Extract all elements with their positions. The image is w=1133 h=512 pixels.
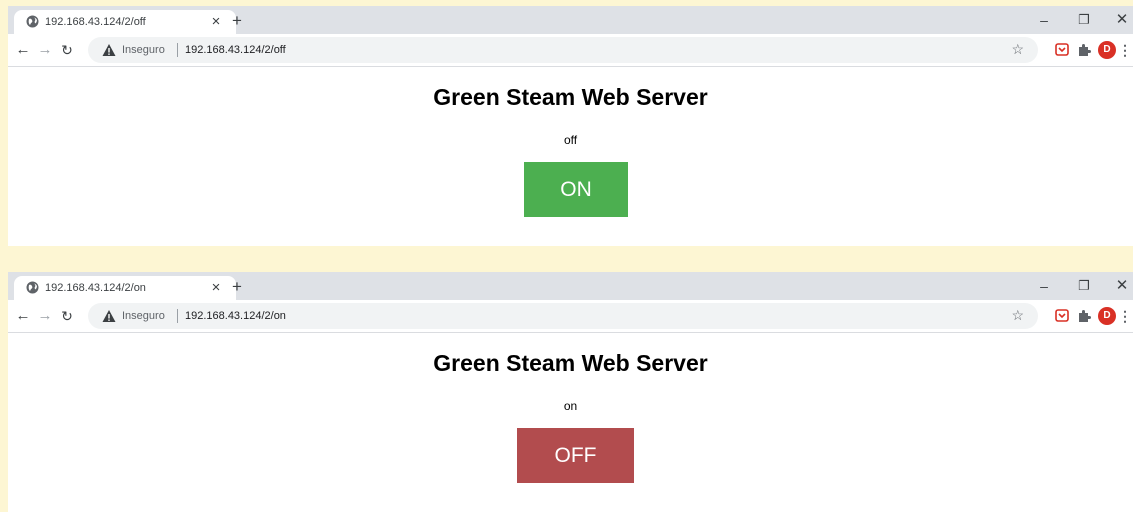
tab-strip: 192.168.43.124/2/on × + – ❐ ✕ — [8, 272, 1133, 300]
star-icon[interactable]: ☆ — [1011, 41, 1024, 58]
minimize-icon[interactable]: – — [1030, 274, 1058, 298]
state-text: on — [563, 399, 578, 413]
tab-strip: 192.168.43.124/2/off × + – ❐ ✕ — [8, 6, 1133, 34]
close-tab-icon[interactable]: × — [206, 278, 226, 298]
puzzle-icon[interactable] — [1074, 306, 1094, 326]
divider — [177, 309, 178, 323]
browser-window-on: 192.168.43.124/2/on × + – ❐ ✕ ← → ↻ Inse… — [8, 272, 1133, 512]
on-button[interactable]: ON — [524, 162, 628, 217]
new-tab-icon[interactable]: + — [226, 10, 248, 32]
tab-title: 192.168.43.124/2/on — [45, 282, 146, 294]
divider — [177, 43, 178, 57]
close-window-icon[interactable]: ✕ — [1108, 8, 1133, 32]
page-content: Green Steam Web Server off ON — [8, 67, 1133, 246]
minimize-icon[interactable]: – — [1030, 8, 1058, 32]
back-icon[interactable]: ← — [12, 39, 34, 61]
browser-tab[interactable]: 192.168.43.124/2/on × — [14, 276, 236, 300]
page-content: Green Steam Web Server on OFF — [8, 333, 1133, 512]
browser-tab[interactable]: 192.168.43.124/2/off × — [14, 10, 236, 34]
star-icon[interactable]: ☆ — [1011, 307, 1024, 324]
toolbar: ← → ↻ Inseguro 192.168.43.124/2/on ☆ D ⋮ — [8, 300, 1133, 333]
restore-icon[interactable]: ❐ — [1070, 8, 1098, 32]
browser-window-off: 192.168.43.124/2/off × + – ❐ ✕ ← → ↻ Ins… — [8, 6, 1133, 246]
back-icon[interactable]: ← — [12, 305, 34, 327]
state-text: off — [563, 133, 578, 147]
menu-icon[interactable]: ⋮ — [1118, 306, 1132, 326]
profile-avatar[interactable]: D — [1098, 307, 1116, 325]
url-text[interactable]: 192.168.43.124/2/on — [185, 310, 286, 322]
warning-icon — [102, 310, 116, 322]
reload-icon[interactable]: ↻ — [56, 39, 78, 61]
address-bar[interactable]: Inseguro 192.168.43.124/2/on ☆ — [88, 303, 1038, 329]
forward-icon[interactable]: → — [34, 39, 56, 61]
page-title: Green Steam Web Server — [433, 350, 708, 376]
profile-avatar[interactable]: D — [1098, 41, 1116, 59]
security-label: Inseguro — [122, 44, 165, 56]
forward-icon[interactable]: → — [34, 305, 56, 327]
menu-icon[interactable]: ⋮ — [1118, 40, 1132, 60]
globe-icon — [26, 281, 39, 294]
globe-icon — [26, 15, 39, 28]
url-text[interactable]: 192.168.43.124/2/off — [185, 44, 286, 56]
close-window-icon[interactable]: ✕ — [1108, 274, 1133, 298]
restore-icon[interactable]: ❐ — [1070, 274, 1098, 298]
tab-title: 192.168.43.124/2/off — [45, 16, 146, 28]
close-tab-icon[interactable]: × — [206, 12, 226, 32]
pocket-icon[interactable] — [1052, 306, 1072, 326]
toolbar: ← → ↻ Inseguro 192.168.43.124/2/off ☆ D … — [8, 34, 1133, 67]
address-bar[interactable]: Inseguro 192.168.43.124/2/off ☆ — [88, 37, 1038, 63]
new-tab-icon[interactable]: + — [226, 276, 248, 298]
reload-icon[interactable]: ↻ — [56, 305, 78, 327]
security-label: Inseguro — [122, 310, 165, 322]
pocket-icon[interactable] — [1052, 40, 1072, 60]
page-title: Green Steam Web Server — [433, 84, 708, 110]
off-button[interactable]: OFF — [517, 428, 634, 483]
puzzle-icon[interactable] — [1074, 40, 1094, 60]
warning-icon — [102, 44, 116, 56]
